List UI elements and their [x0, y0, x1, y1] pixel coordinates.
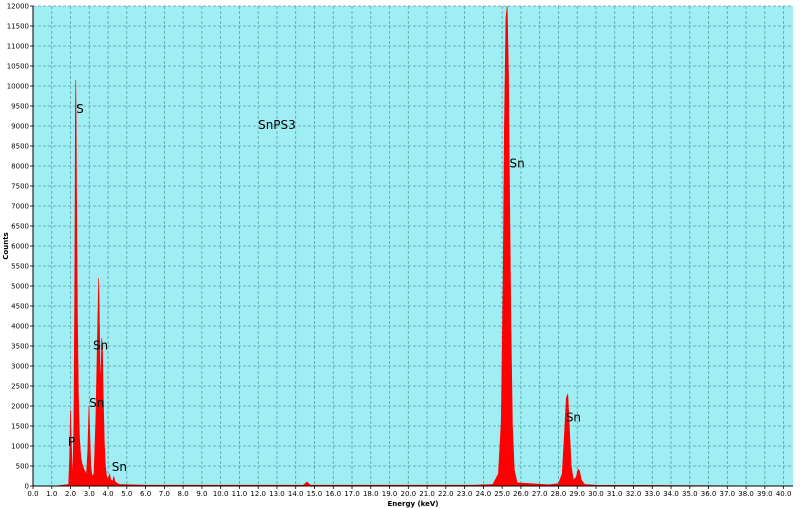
- x-tick-label: 6.0: [140, 490, 151, 498]
- x-tick-label: 38.0: [738, 490, 754, 498]
- x-tick-label: 2.0: [65, 490, 76, 498]
- x-tick-label: 21.0: [419, 490, 435, 498]
- x-tick-label: 4.0: [102, 490, 113, 498]
- x-tick-label: 25.0: [494, 490, 510, 498]
- x-tick-label: 37.0: [720, 490, 736, 498]
- x-tick-label: 36.0: [701, 490, 717, 498]
- y-tick-label: 8000: [11, 163, 29, 171]
- x-tick-label: 13.0: [269, 490, 285, 498]
- x-tick-label: 11.0: [232, 490, 248, 498]
- y-tick-label: 9000: [11, 123, 29, 131]
- x-tick-label: 17.0: [344, 490, 360, 498]
- y-tick-label: 7500: [11, 183, 29, 191]
- x-tick-label: 16.0: [325, 490, 341, 498]
- x-tick-label: 33.0: [644, 490, 660, 498]
- y-tick-label: 12000: [7, 3, 29, 11]
- x-tick-label: 24.0: [476, 490, 492, 498]
- x-axis-title: Energy (keV): [387, 500, 438, 508]
- y-tick-label: 8500: [11, 143, 29, 151]
- x-tick-label: 39.0: [757, 490, 773, 498]
- peak-label: Sn: [510, 157, 525, 171]
- x-tick-label: 20.0: [401, 490, 417, 498]
- y-tick-label: 6000: [11, 243, 29, 251]
- x-tick-label: 18.0: [363, 490, 379, 498]
- x-tick-label: 23.0: [457, 490, 473, 498]
- y-tick-label: 2500: [11, 383, 29, 391]
- y-tick-label: 11000: [7, 43, 29, 51]
- x-tick-label: 29.0: [569, 490, 585, 498]
- y-tick-label: 7000: [11, 203, 29, 211]
- x-tick-label: 35.0: [682, 490, 698, 498]
- x-tick-label: 10.0: [213, 490, 229, 498]
- x-tick-label: 32.0: [626, 490, 642, 498]
- x-tick-label: 27.0: [532, 490, 548, 498]
- y-tick-label: 4500: [11, 303, 29, 311]
- x-tick-label: 7.0: [159, 490, 170, 498]
- y-tick-label: 1000: [11, 443, 29, 451]
- y-tick-label: 2000: [11, 403, 29, 411]
- peak-label: S: [76, 102, 84, 116]
- y-tick-label: 10500: [7, 63, 29, 71]
- x-tick-label: 22.0: [438, 490, 454, 498]
- x-tick-label: 28.0: [551, 490, 567, 498]
- x-tick-label: 14.0: [288, 490, 304, 498]
- peak-label: Sn: [93, 339, 108, 353]
- x-tick-label: 0.0: [27, 490, 38, 498]
- x-tick-label: 40.0: [776, 490, 792, 498]
- y-tick-label: 1500: [11, 423, 29, 431]
- peak-label: Sn: [566, 411, 581, 425]
- x-tick-label: 31.0: [607, 490, 623, 498]
- peak-label: Sn: [112, 460, 127, 474]
- y-tick-label: 3500: [11, 343, 29, 351]
- y-tick-label: 500: [16, 463, 29, 471]
- x-tick-label: 30.0: [588, 490, 604, 498]
- y-tick-label: 6500: [11, 223, 29, 231]
- y-tick-label: 5000: [11, 283, 29, 291]
- x-tick-label: 26.0: [513, 490, 529, 498]
- x-tick-label: 9.0: [196, 490, 207, 498]
- y-tick-label: 3000: [11, 363, 29, 371]
- peak-label: P: [68, 435, 75, 449]
- y-tick-label: 4000: [11, 323, 29, 331]
- x-tick-label: 5.0: [121, 490, 132, 498]
- x-tick-label: 15.0: [307, 490, 323, 498]
- x-tick-label: 1.0: [46, 490, 57, 498]
- y-tick-label: 5500: [11, 263, 29, 271]
- y-tick-label: 0: [25, 483, 29, 491]
- y-tick-label: 11500: [7, 23, 29, 31]
- y-tick-label: 10000: [7, 83, 29, 91]
- peak-label: SnPS3: [258, 118, 296, 132]
- peak-label: Sn: [89, 396, 104, 410]
- x-tick-label: 8.0: [178, 490, 189, 498]
- x-tick-label: 3.0: [84, 490, 95, 498]
- x-tick-label: 34.0: [663, 490, 679, 498]
- eds-spectrum-chart: 0.0 1.0 2.0 3.0 4.0 5.0 6.0 7.0 8.0 9.0 10.0 11.0 12…: [2, 3, 794, 508]
- y-axis-title: Counts: [2, 232, 10, 259]
- y-tick-label: 9500: [11, 103, 29, 111]
- x-tick-label: 12.0: [250, 490, 266, 498]
- x-tick-label: 19.0: [382, 490, 398, 498]
